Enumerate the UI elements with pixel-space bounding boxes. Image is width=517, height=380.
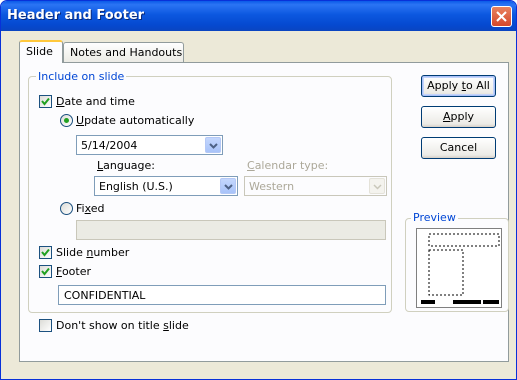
slide-number-label[interactable]: Slide number bbox=[56, 246, 129, 259]
tab-slide[interactable]: Slide bbox=[19, 40, 63, 63]
date-time-checkbox[interactable] bbox=[39, 95, 52, 108]
checkmark-icon bbox=[41, 97, 50, 106]
preview-label: Preview bbox=[411, 211, 458, 224]
close-icon bbox=[496, 11, 507, 22]
slide-number-checkbox[interactable] bbox=[39, 246, 52, 259]
chevron-down-icon bbox=[373, 184, 382, 190]
tab-slide-label: Slide bbox=[26, 45, 53, 58]
calendar-type-value: Western bbox=[249, 180, 295, 193]
apply-to-all-button[interactable]: Apply to All bbox=[421, 75, 496, 97]
date-time-label[interactable]: Date and time bbox=[56, 95, 135, 108]
calendar-dropdown-button bbox=[369, 178, 385, 194]
update-automatically-label[interactable]: Update automatically bbox=[76, 114, 194, 127]
dont-show-title-checkbox[interactable] bbox=[39, 319, 52, 332]
header-footer-dialog: Header and Footer Slide Notes and Handou… bbox=[0, 0, 517, 380]
apply-button[interactable]: Apply bbox=[421, 106, 496, 128]
fixed-label[interactable]: Fixed bbox=[76, 202, 105, 215]
calendar-type-dropdown: Western bbox=[244, 176, 387, 196]
language-dropdown-button[interactable] bbox=[220, 178, 236, 194]
include-group-label: Include on slide bbox=[36, 70, 127, 83]
cancel-button[interactable]: Cancel bbox=[421, 137, 496, 159]
slide-preview bbox=[416, 228, 502, 308]
radio-selected-dot bbox=[64, 118, 69, 123]
date-format-value: 5/14/2004 bbox=[81, 139, 138, 152]
date-format-dropdown[interactable]: 5/14/2004 bbox=[76, 135, 223, 155]
footer-text-input[interactable]: CONFIDENTIAL bbox=[58, 285, 386, 305]
footer-label[interactable]: Footer bbox=[56, 265, 91, 278]
language-label: Language: bbox=[97, 159, 156, 172]
checkmark-icon bbox=[41, 267, 50, 276]
footer-text-value: CONFIDENTIAL bbox=[64, 289, 146, 302]
slide-layout-preview-graphic bbox=[421, 233, 500, 304]
window-title: Header and Footer bbox=[7, 8, 145, 23]
calendar-type-label: Calendar type: bbox=[247, 159, 329, 172]
language-value: English (U.S.) bbox=[99, 180, 173, 193]
tab-notes-handouts[interactable]: Notes and Handouts bbox=[63, 42, 184, 62]
update-automatically-radio[interactable] bbox=[60, 114, 73, 127]
language-dropdown[interactable]: English (U.S.) bbox=[94, 176, 238, 196]
title-bar[interactable]: Header and Footer bbox=[1, 1, 516, 31]
close-button[interactable] bbox=[491, 6, 512, 27]
fixed-radio[interactable] bbox=[60, 202, 73, 215]
tab-notes-label: Notes and Handouts bbox=[70, 46, 183, 59]
footer-checkbox[interactable] bbox=[39, 265, 52, 278]
checkmark-icon bbox=[41, 248, 50, 257]
fixed-date-input[interactable] bbox=[76, 220, 386, 240]
date-dropdown-button[interactable] bbox=[205, 137, 221, 153]
chevron-down-icon bbox=[209, 143, 218, 149]
chevron-down-icon bbox=[224, 184, 233, 190]
dont-show-title-label[interactable]: Don't show on title slide bbox=[56, 319, 189, 332]
